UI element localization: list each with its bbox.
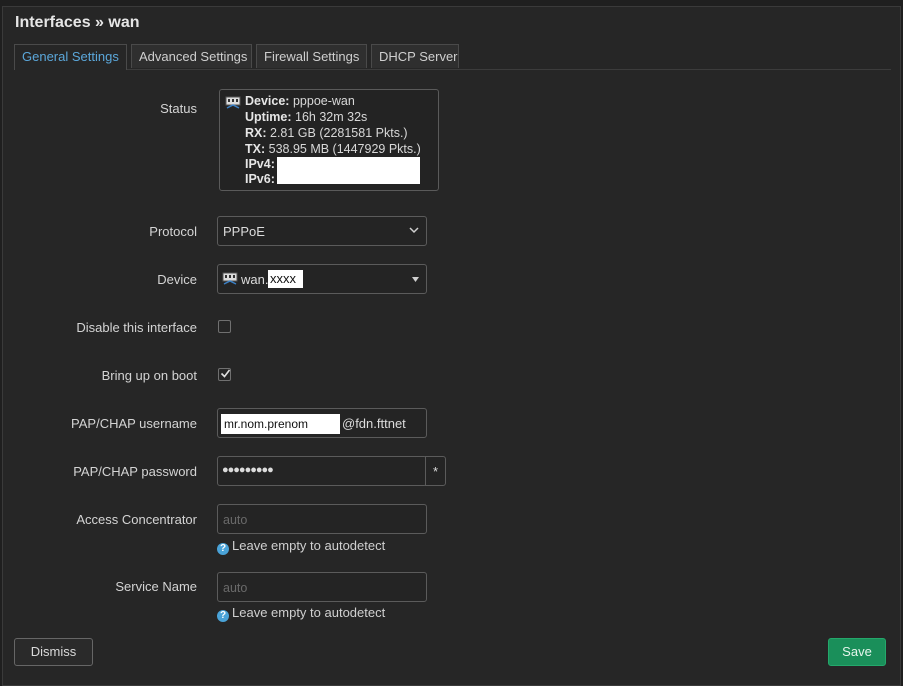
protocol-value: PPPoE (223, 224, 265, 239)
status-rx-value: 2.81 GB (2281581 Pkts.) (266, 126, 408, 140)
access-concentrator-hint-text: Leave empty to autodetect (232, 538, 386, 553)
password-input[interactable]: ●●●●●●●●● (217, 456, 427, 486)
dismiss-button[interactable]: Dismiss (14, 638, 93, 666)
username-value-redacted: mr.nom.prenom (221, 414, 340, 434)
help-icon: ? (217, 610, 229, 622)
save-button[interactable]: Save (828, 638, 886, 666)
status-tx-key: TX: (245, 142, 266, 156)
tab-advanced-settings[interactable]: Advanced Settings (131, 44, 252, 68)
password-reveal-label: * (432, 464, 439, 479)
protocol-select[interactable]: PPPoE (217, 216, 427, 246)
page-title: Interfaces » wan (15, 14, 140, 31)
network-port-icon (225, 96, 241, 109)
status-ipv4-key: IPv4: (245, 157, 275, 171)
status-rx-key: RX: (245, 126, 267, 140)
status-uptime-key: Uptime: (245, 110, 292, 124)
service-name-placeholder: auto (223, 581, 248, 595)
access-concentrator-input[interactable]: auto (217, 504, 427, 534)
network-port-icon (222, 272, 238, 285)
tab-firewall-settings[interactable]: Firewall Settings (256, 44, 367, 68)
bring-up-on-boot-checkbox[interactable] (218, 368, 231, 381)
device-suffix-redacted: xxxx (268, 270, 303, 288)
redacted-ip-block (277, 157, 420, 184)
device-prefix: wan. (241, 272, 269, 287)
tab-dhcp-server[interactable]: DHCP Server (371, 44, 459, 68)
service-name-input[interactable]: auto (217, 572, 427, 602)
service-name-label: Service Name (115, 579, 197, 594)
status-ipv6-key: IPv6: (245, 172, 275, 186)
status-tx-value: 538.95 MB (1447929 Pkts.) (265, 142, 421, 156)
checkmark-icon (220, 369, 231, 378)
tab-general-settings[interactable]: General Settings (14, 44, 127, 70)
password-reveal-button[interactable]: * (425, 456, 446, 486)
chevron-down-icon (409, 227, 419, 234)
username-label: PAP/CHAP username (71, 416, 197, 431)
username-suffix: @fdn.fttnet (342, 416, 406, 431)
disable-interface-checkbox[interactable] (218, 320, 231, 333)
status-label: Status (160, 101, 197, 116)
service-name-hint: ? Leave empty to autodetect (217, 605, 385, 622)
service-name-hint-text: Leave empty to autodetect (232, 605, 386, 620)
username-input[interactable]: mr.nom.prenom @fdn.fttnet (217, 408, 427, 438)
access-concentrator-hint: ? Leave empty to autodetect (217, 538, 385, 555)
status-uptime-value: 16h 32m 32s (291, 110, 368, 124)
status-device-value: pppoe-wan (289, 94, 355, 108)
bring-up-on-boot-label: Bring up on boot (101, 368, 197, 383)
tab-bar: General Settings Advanced Settings Firew… (14, 44, 891, 70)
password-label: PAP/CHAP password (73, 464, 197, 479)
protocol-label: Protocol (149, 224, 197, 239)
status-panel: Device: pppoe-wan Uptime: 16h 32m 32s RX… (219, 89, 439, 191)
access-concentrator-placeholder: auto (223, 513, 248, 527)
access-concentrator-label: Access Concentrator (76, 512, 197, 527)
caret-down-icon (412, 277, 419, 282)
device-label: Device (157, 272, 197, 287)
password-value: ●●●●●●●●● (222, 464, 274, 476)
device-select[interactable]: wan. xxxx (217, 264, 427, 294)
status-device-key: Device: (245, 94, 290, 108)
help-icon: ? (217, 543, 229, 555)
disable-interface-label: Disable this interface (76, 320, 197, 335)
